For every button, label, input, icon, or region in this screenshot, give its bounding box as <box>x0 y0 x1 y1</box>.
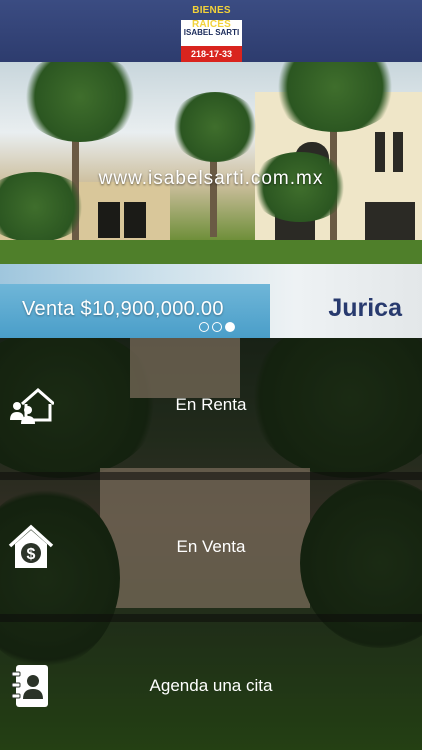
hero-lawn <box>0 240 422 264</box>
menu-label-en-venta: En Venta <box>176 537 246 556</box>
palm-tree <box>20 62 140 142</box>
website-watermark: www.isabelsarti.com.mx <box>98 168 324 189</box>
menu-item-en-venta[interactable]: $ En Venta <box>0 480 422 614</box>
hero-door <box>124 202 146 238</box>
hero-photo[interactable]: www.isabelsarti.com.mx <box>0 62 422 264</box>
menu-divider <box>0 472 422 480</box>
menu-item-en-renta[interactable]: En Renta <box>0 338 422 472</box>
carousel-dot-active[interactable] <box>225 322 235 332</box>
logo-phone: 218-17-33 <box>181 46 242 62</box>
menu-label-agenda-cita: Agenda una cita <box>149 676 273 695</box>
company-logo[interactable]: BIENES RAICES ISABEL SARTI 218-17-33 <box>181 4 242 62</box>
hero-door <box>98 202 120 238</box>
logo-line-1: BIENES RAICES <box>192 5 231 30</box>
menu-label-en-renta: En Renta <box>175 395 247 414</box>
listing-city: Jurica <box>328 294 402 322</box>
carousel-dot[interactable] <box>199 322 209 332</box>
palm-tree <box>170 92 260 162</box>
house-window <box>393 132 403 172</box>
house-window <box>375 132 385 172</box>
listing-price: Venta $10,900,000.00 <box>22 298 224 320</box>
menu-divider <box>0 614 422 622</box>
carousel-indicator[interactable] <box>199 322 235 332</box>
app-header: BIENES RAICES ISABEL SARTI 218-17-33 <box>0 0 422 62</box>
menu-item-agenda-cita[interactable]: Agenda una cita <box>0 622 422 750</box>
logo-line-2: ISABEL SARTI <box>181 20 242 46</box>
carousel-dot[interactable] <box>212 322 222 332</box>
app-screen: BIENES RAICES ISABEL SARTI 218-17-33 www… <box>0 0 422 750</box>
